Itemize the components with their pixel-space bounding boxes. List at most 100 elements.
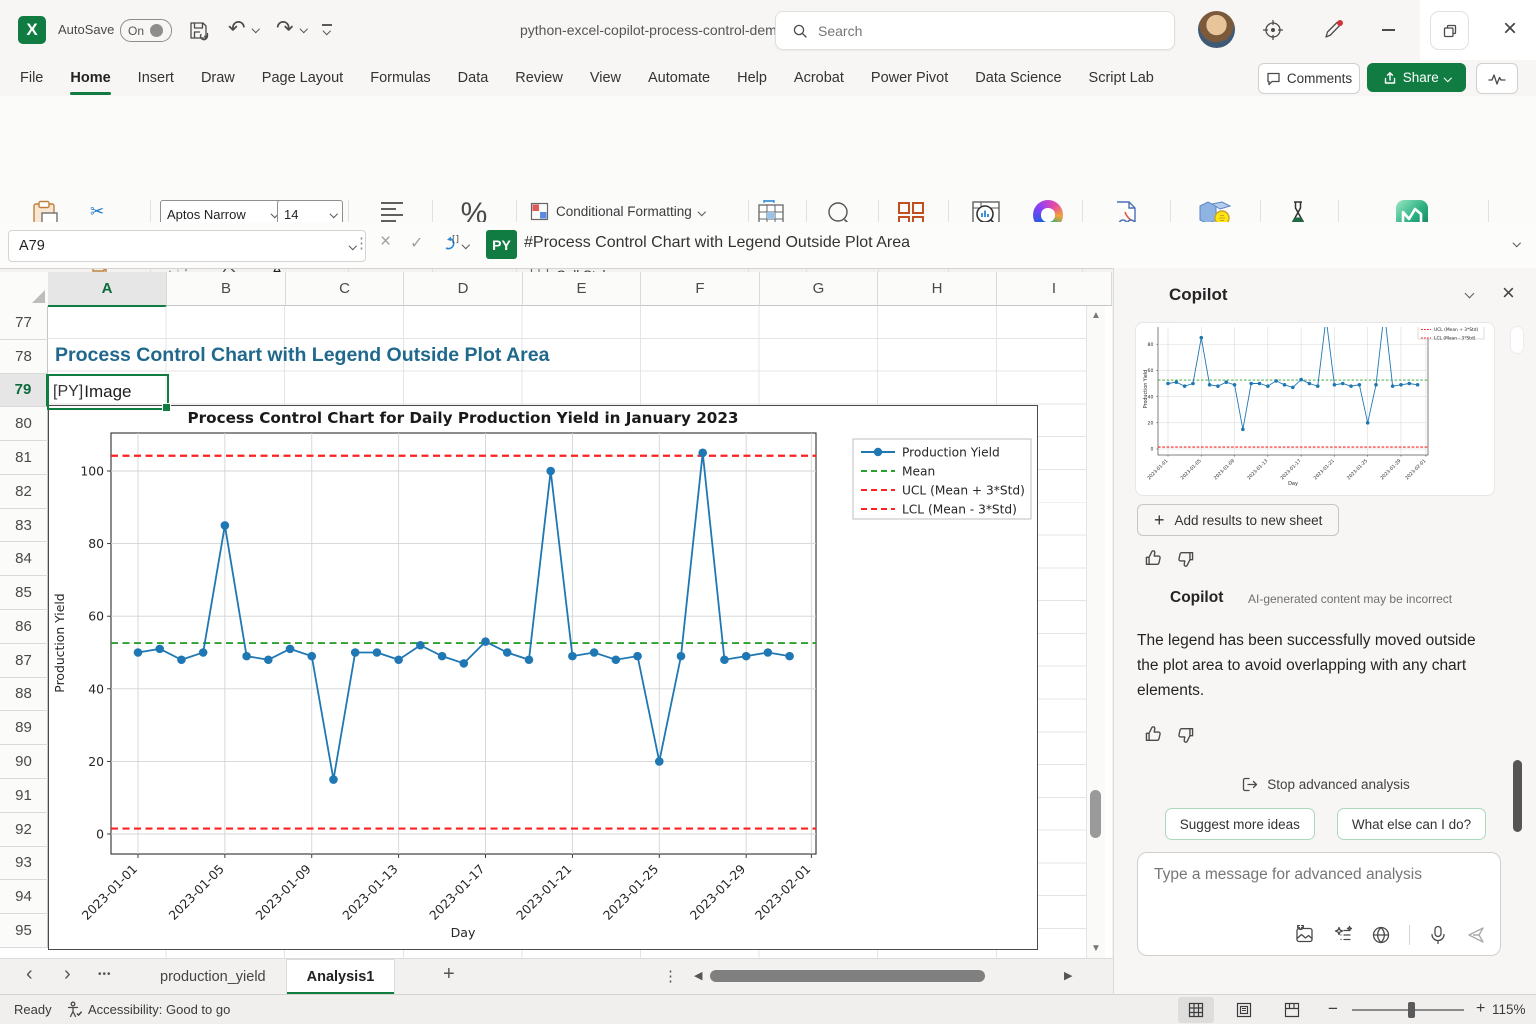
- row-header-78[interactable]: 78: [0, 340, 48, 374]
- ribbon-tab-script-lab[interactable]: Script Lab: [1085, 61, 1158, 95]
- row-header-93[interactable]: 93: [0, 847, 48, 881]
- ribbon-tab-home[interactable]: Home: [66, 61, 114, 95]
- sheet-tab-Analysis1[interactable]: Analysis1: [286, 959, 396, 995]
- microphone-icon[interactable]: [1428, 925, 1448, 945]
- column-header-A[interactable]: A: [48, 272, 167, 307]
- comments-button[interactable]: Comments: [1258, 63, 1360, 94]
- ribbon-tab-review[interactable]: Review: [511, 61, 567, 95]
- column-header-E[interactable]: E: [523, 272, 641, 306]
- chart-preview-card[interactable]: 0204060801002023-01-012023-01-052023-01-…: [1135, 322, 1495, 496]
- hscroll-right-icon[interactable]: ▶: [1064, 969, 1072, 982]
- row-header-87[interactable]: 87: [0, 644, 48, 678]
- ribbon-tab-data[interactable]: Data: [454, 61, 493, 95]
- cancel-formula-icon[interactable]: ×: [380, 231, 391, 253]
- row-header-90[interactable]: 90: [0, 745, 48, 779]
- save-icon[interactable]: [188, 20, 209, 41]
- selected-cell[interactable]: [PY] Image: [47, 374, 169, 410]
- column-header-B[interactable]: B: [167, 272, 286, 306]
- vertical-scroll-thumb[interactable]: [1090, 790, 1101, 838]
- column-header-G[interactable]: G: [760, 272, 878, 306]
- name-box[interactable]: A79: [8, 230, 366, 262]
- row-header-83[interactable]: 83: [0, 509, 48, 543]
- scroll-down-icon[interactable]: ▼: [1091, 943, 1101, 954]
- undo-icon[interactable]: ↶: [228, 16, 246, 41]
- sheet-tab-production_yield[interactable]: production_yield: [140, 959, 286, 994]
- page-break-view-button[interactable]: [1274, 997, 1310, 1023]
- ribbon-tab-automate[interactable]: Automate: [644, 61, 714, 95]
- horizontal-scroll-thumb[interactable]: [710, 970, 985, 982]
- thumbs-down-icon-2[interactable]: [1176, 726, 1195, 745]
- heading-cell-text[interactable]: Process Control Chart with Legend Outsid…: [55, 344, 549, 367]
- row-header-81[interactable]: 81: [0, 441, 48, 475]
- pen-icon[interactable]: [1322, 19, 1344, 41]
- ribbon-tab-data-science[interactable]: Data Science: [971, 61, 1065, 95]
- quick-access-chevron[interactable]: [323, 27, 331, 35]
- insert-python-icon[interactable]: []: [438, 232, 462, 256]
- status-ready[interactable]: Ready: [14, 1002, 52, 1017]
- cut-icon[interactable]: ✂: [90, 202, 104, 222]
- formula-bar-expand-chevron[interactable]: [1513, 239, 1521, 247]
- copilot-panel-scrollbar[interactable]: [1513, 760, 1522, 832]
- tab-bar-more-icon[interactable]: ⋮: [663, 967, 678, 985]
- redo-dropdown-chevron[interactable]: [300, 25, 308, 33]
- add-sheet-button[interactable]: +: [443, 963, 455, 986]
- ribbon-tab-acrobat[interactable]: Acrobat: [790, 61, 848, 95]
- select-all-corner[interactable]: [0, 272, 49, 307]
- prompt-library-icon[interactable]: [1333, 925, 1353, 945]
- copilot-collapse-chevron[interactable]: [1465, 289, 1475, 299]
- column-header-F[interactable]: F: [641, 272, 760, 306]
- hscroll-left-icon[interactable]: ◀: [694, 969, 702, 982]
- undo-dropdown-chevron[interactable]: [252, 25, 260, 33]
- chart-object[interactable]: 0204060801002023-01-012023-01-052023-01-…: [48, 405, 1038, 950]
- add-results-button[interactable]: + Add results to new sheet: [1137, 504, 1339, 536]
- column-header-C[interactable]: C: [286, 272, 404, 306]
- copilot-input[interactable]: [1152, 865, 1486, 885]
- search-box[interactable]: [775, 11, 1175, 50]
- row-header-94[interactable]: 94: [0, 880, 48, 914]
- thumbs-down-icon[interactable]: [1176, 550, 1195, 569]
- sheet-prev-icon[interactable]: ‹: [26, 963, 33, 986]
- minimize-button[interactable]: [1382, 29, 1395, 31]
- restore-button[interactable]: [1430, 11, 1469, 50]
- row-header-92[interactable]: 92: [0, 813, 48, 847]
- row-header-89[interactable]: 89: [0, 711, 48, 745]
- normal-view-button[interactable]: [1178, 997, 1214, 1023]
- send-icon[interactable]: [1466, 925, 1486, 945]
- thumbs-up-icon[interactable]: [1144, 548, 1163, 567]
- row-header-79[interactable]: 79: [0, 374, 48, 408]
- quick-access-customize-icon[interactable]: [322, 24, 332, 26]
- column-header-H[interactable]: H: [878, 272, 997, 306]
- search-input[interactable]: [816, 22, 1140, 40]
- row-header-91[interactable]: 91: [0, 779, 48, 813]
- zoom-in-button[interactable]: +: [1476, 1000, 1485, 1018]
- avatar[interactable]: [1198, 11, 1235, 48]
- suggestion-pill-1[interactable]: What else can I do?: [1337, 808, 1486, 840]
- zoom-out-button[interactable]: −: [1328, 999, 1338, 1019]
- row-header-85[interactable]: 85: [0, 576, 48, 610]
- activity-button[interactable]: [1476, 63, 1518, 94]
- zoom-slider-thumb[interactable]: [1408, 1002, 1415, 1018]
- copilot-close-button[interactable]: ×: [1502, 280, 1515, 306]
- sheet-next-icon[interactable]: ›: [64, 963, 71, 986]
- confirm-formula-icon[interactable]: ✓: [410, 233, 423, 253]
- row-header-77[interactable]: 77: [0, 306, 48, 340]
- row-header-84[interactable]: 84: [0, 542, 48, 576]
- row-header-95[interactable]: 95: [0, 914, 48, 948]
- formula-text[interactable]: #Process Control Chart with Legend Outsi…: [524, 234, 910, 252]
- globe-icon[interactable]: [1371, 925, 1391, 945]
- scroll-up-icon[interactable]: ▲: [1091, 310, 1101, 321]
- row-header-86[interactable]: 86: [0, 610, 48, 644]
- insert-python-chevron[interactable]: [462, 241, 470, 249]
- ribbon-tab-page-layout[interactable]: Page Layout: [258, 61, 347, 95]
- copilot-input-card[interactable]: [1137, 852, 1501, 956]
- row-header-88[interactable]: 88: [0, 678, 48, 712]
- column-header-I[interactable]: I: [997, 272, 1112, 306]
- row-header-82[interactable]: 82: [0, 475, 48, 509]
- redo-icon[interactable]: ↷: [276, 16, 294, 41]
- ribbon-tab-insert[interactable]: Insert: [134, 61, 178, 95]
- status-accessibility[interactable]: Accessibility: Good to go: [88, 1002, 230, 1017]
- conditional-formatting-button[interactable]: Conditional Formatting: [530, 202, 704, 221]
- vertical-scrollbar[interactable]: ▲ ▼: [1086, 306, 1105, 958]
- zoom-level[interactable]: 115%: [1492, 1002, 1526, 1017]
- row-header-80[interactable]: 80: [0, 407, 48, 441]
